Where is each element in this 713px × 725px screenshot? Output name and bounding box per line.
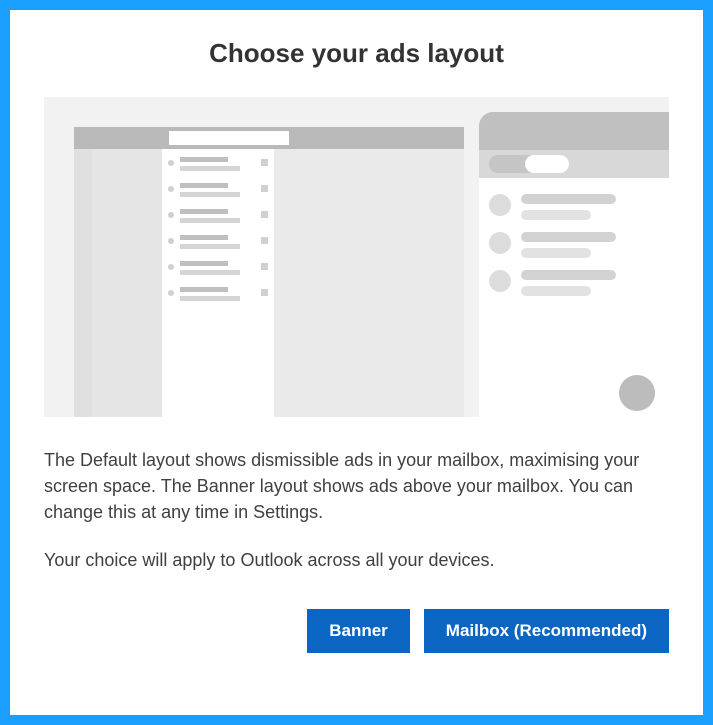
desktop-body xyxy=(74,149,464,417)
list-item xyxy=(168,209,268,223)
mailbox-button[interactable]: Mailbox (Recommended) xyxy=(424,609,669,653)
list-item xyxy=(168,235,268,249)
desktop-preview xyxy=(74,127,464,417)
desktop-rail xyxy=(74,149,92,417)
layout-illustration xyxy=(44,97,669,417)
dialog-button-row: Banner Mailbox (Recommended) xyxy=(44,609,669,653)
mobile-preview xyxy=(479,112,669,417)
list-item xyxy=(168,183,268,197)
dialog-description: The Default layout shows dismissible ads… xyxy=(44,447,669,525)
compose-fab-icon xyxy=(619,375,655,411)
ads-layout-dialog: Choose your ads layout xyxy=(10,10,703,715)
desktop-header-bar xyxy=(74,127,464,149)
mobile-toggle-knob xyxy=(525,155,569,173)
list-item xyxy=(479,226,669,264)
desktop-nav-pane xyxy=(92,149,162,417)
mobile-tab-bar xyxy=(479,150,669,178)
desktop-reading-pane xyxy=(274,149,464,417)
list-item xyxy=(168,261,268,275)
desktop-message-list xyxy=(162,149,274,417)
list-item xyxy=(168,157,268,171)
mobile-header xyxy=(479,112,669,150)
desktop-search-placeholder xyxy=(169,131,289,145)
list-item xyxy=(479,264,669,302)
mobile-toggle xyxy=(489,155,569,173)
list-item xyxy=(479,188,669,226)
list-item xyxy=(168,287,268,301)
mobile-message-list xyxy=(479,178,669,417)
dialog-note: Your choice will apply to Outlook across… xyxy=(44,547,669,573)
dialog-title: Choose your ads layout xyxy=(44,38,669,69)
banner-button[interactable]: Banner xyxy=(307,609,410,653)
